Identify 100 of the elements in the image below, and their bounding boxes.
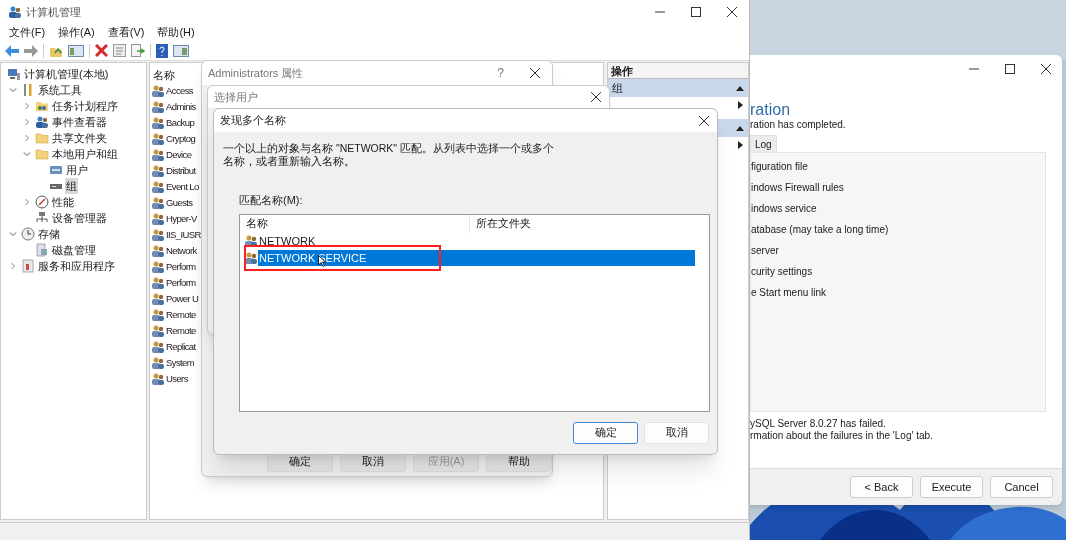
properties-icon[interactable] [113,44,126,57]
gauge-icon [35,195,49,209]
group-icon [151,260,165,274]
menu-item[interactable]: 操作(A) [58,24,95,41]
column-header[interactable]: 名称 [151,67,177,83]
menu-item[interactable]: 文件(F) [9,24,46,41]
actions-section[interactable]: 组 [608,79,748,97]
list-item[interactable]: Perform [166,275,196,291]
window-title: 计算机管理 [26,4,81,20]
list-item[interactable]: Power U [166,291,199,307]
group-icon [151,164,165,178]
list-item[interactable]: Event Lo [166,179,199,195]
tab[interactable]: Log [750,135,777,152]
tree-item[interactable]: 计算机管理(本地) [23,65,110,83]
page-heading: ration [750,101,791,119]
tree-item[interactable]: 任务计划程序 [51,97,119,115]
list-item[interactable]: Users [166,371,188,387]
group-icon [151,180,165,194]
help-button[interactable]: ? [497,64,504,82]
group-icon [151,148,165,162]
list-item[interactable]: Hyper-V [166,211,197,227]
forward-icon[interactable] [24,44,38,57]
tree-item[interactable]: 共享文件夹 [51,129,108,147]
panel-icon[interactable] [173,43,189,58]
column-header[interactable]: 名称 [244,214,470,233]
tree-item[interactable]: 存储 [37,225,61,243]
tree-item[interactable]: 系统工具 [37,81,83,99]
export-icon[interactable] [131,44,145,57]
list-item[interactable]: Network [166,243,197,259]
group-icon [151,84,165,98]
panel-icon[interactable] [68,43,84,58]
menu-item[interactable]: 帮助(H) [157,24,195,41]
step-label: atabase (may take a long time) [751,223,889,237]
folder-icon [35,131,49,145]
dialog-button[interactable]: 取消 [644,421,709,444]
wizard-button[interactable]: Execute [920,476,983,498]
maximize-icon[interactable] [1005,64,1015,74]
tree-item[interactable]: 服务和应用程序 [37,257,116,275]
device-icon [35,211,49,225]
list-row[interactable]: NETWORK [258,233,316,249]
collapse-icon[interactable] [736,125,744,131]
list-item[interactable]: Replicat [166,339,196,355]
group-icon [151,308,165,322]
group-icon [244,251,258,265]
submenu-arrow-icon[interactable] [738,141,743,149]
close-icon[interactable] [591,92,601,102]
wizard-button[interactable]: Cancel [990,476,1053,498]
actions-header: 操作 [608,63,748,79]
tree-item[interactable]: 性能 [51,193,75,211]
wizard-button[interactable]: < Back [850,476,913,498]
list-item[interactable]: Perform [166,259,196,275]
tree-item[interactable]: 本地用户和组 [51,145,119,163]
list-item[interactable]: Backup [166,115,195,131]
maximize-icon[interactable] [691,7,701,17]
tree-item[interactable]: 磁盘管理 [51,241,97,259]
step-label: indows Firewall rules [751,181,844,195]
list-item[interactable]: Cryptog [166,131,196,147]
group-icon [151,276,165,290]
close-icon[interactable] [1041,64,1051,74]
group-icon [151,228,165,242]
column-header[interactable]: 所在文件夹 [470,214,533,233]
dialog-title: 发现多个名称 [220,113,286,129]
group-icon [151,100,165,114]
list-item[interactable]: Access [166,83,194,99]
list-item[interactable]: Distribut [166,163,196,179]
group-icon [244,234,258,248]
list-label: 匹配名称(M): [239,193,303,208]
step-label: e Start menu link [751,286,827,300]
submenu-arrow-icon[interactable] [738,101,743,109]
group-icon [151,132,165,146]
status-message: ySQL Server 8.0.27 has failed. [750,418,886,430]
dialog-button[interactable]: 确定 [573,421,638,444]
menu-item[interactable]: 查看(V) [107,24,145,41]
list-item[interactable]: Guests [166,195,193,211]
group-icon [151,324,165,338]
tree-item[interactable]: 设备管理器 [51,209,108,227]
delete-icon[interactable] [95,44,108,57]
close-icon[interactable] [699,115,709,126]
list-item[interactable]: Remote [166,307,196,323]
list-item[interactable]: Device [166,147,192,163]
list-item[interactable]: IIS_IUSR [166,227,201,243]
services-icon [35,243,49,257]
close-icon[interactable] [727,7,737,17]
tree-item[interactable]: 用户 [65,161,89,179]
log-icon [21,259,35,273]
close-icon[interactable] [530,68,540,78]
list-item[interactable]: Adminis [166,99,196,115]
list-row[interactable]: NETWORK SERVICE [258,250,695,266]
collapse-icon[interactable] [736,85,744,91]
tree-item[interactable]: 组 [65,177,78,195]
expander-icon[interactable] [9,230,17,238]
help-icon[interactable] [156,43,168,58]
step-label: server [751,244,779,258]
storage-icon [49,163,63,177]
back-icon[interactable] [5,44,19,57]
list-item[interactable]: Remote [166,323,196,339]
shared-folder-icon [35,99,49,113]
list-item[interactable]: System [166,355,195,371]
tree-item[interactable]: 事件查看器 [51,113,108,131]
group-icon [151,244,165,258]
